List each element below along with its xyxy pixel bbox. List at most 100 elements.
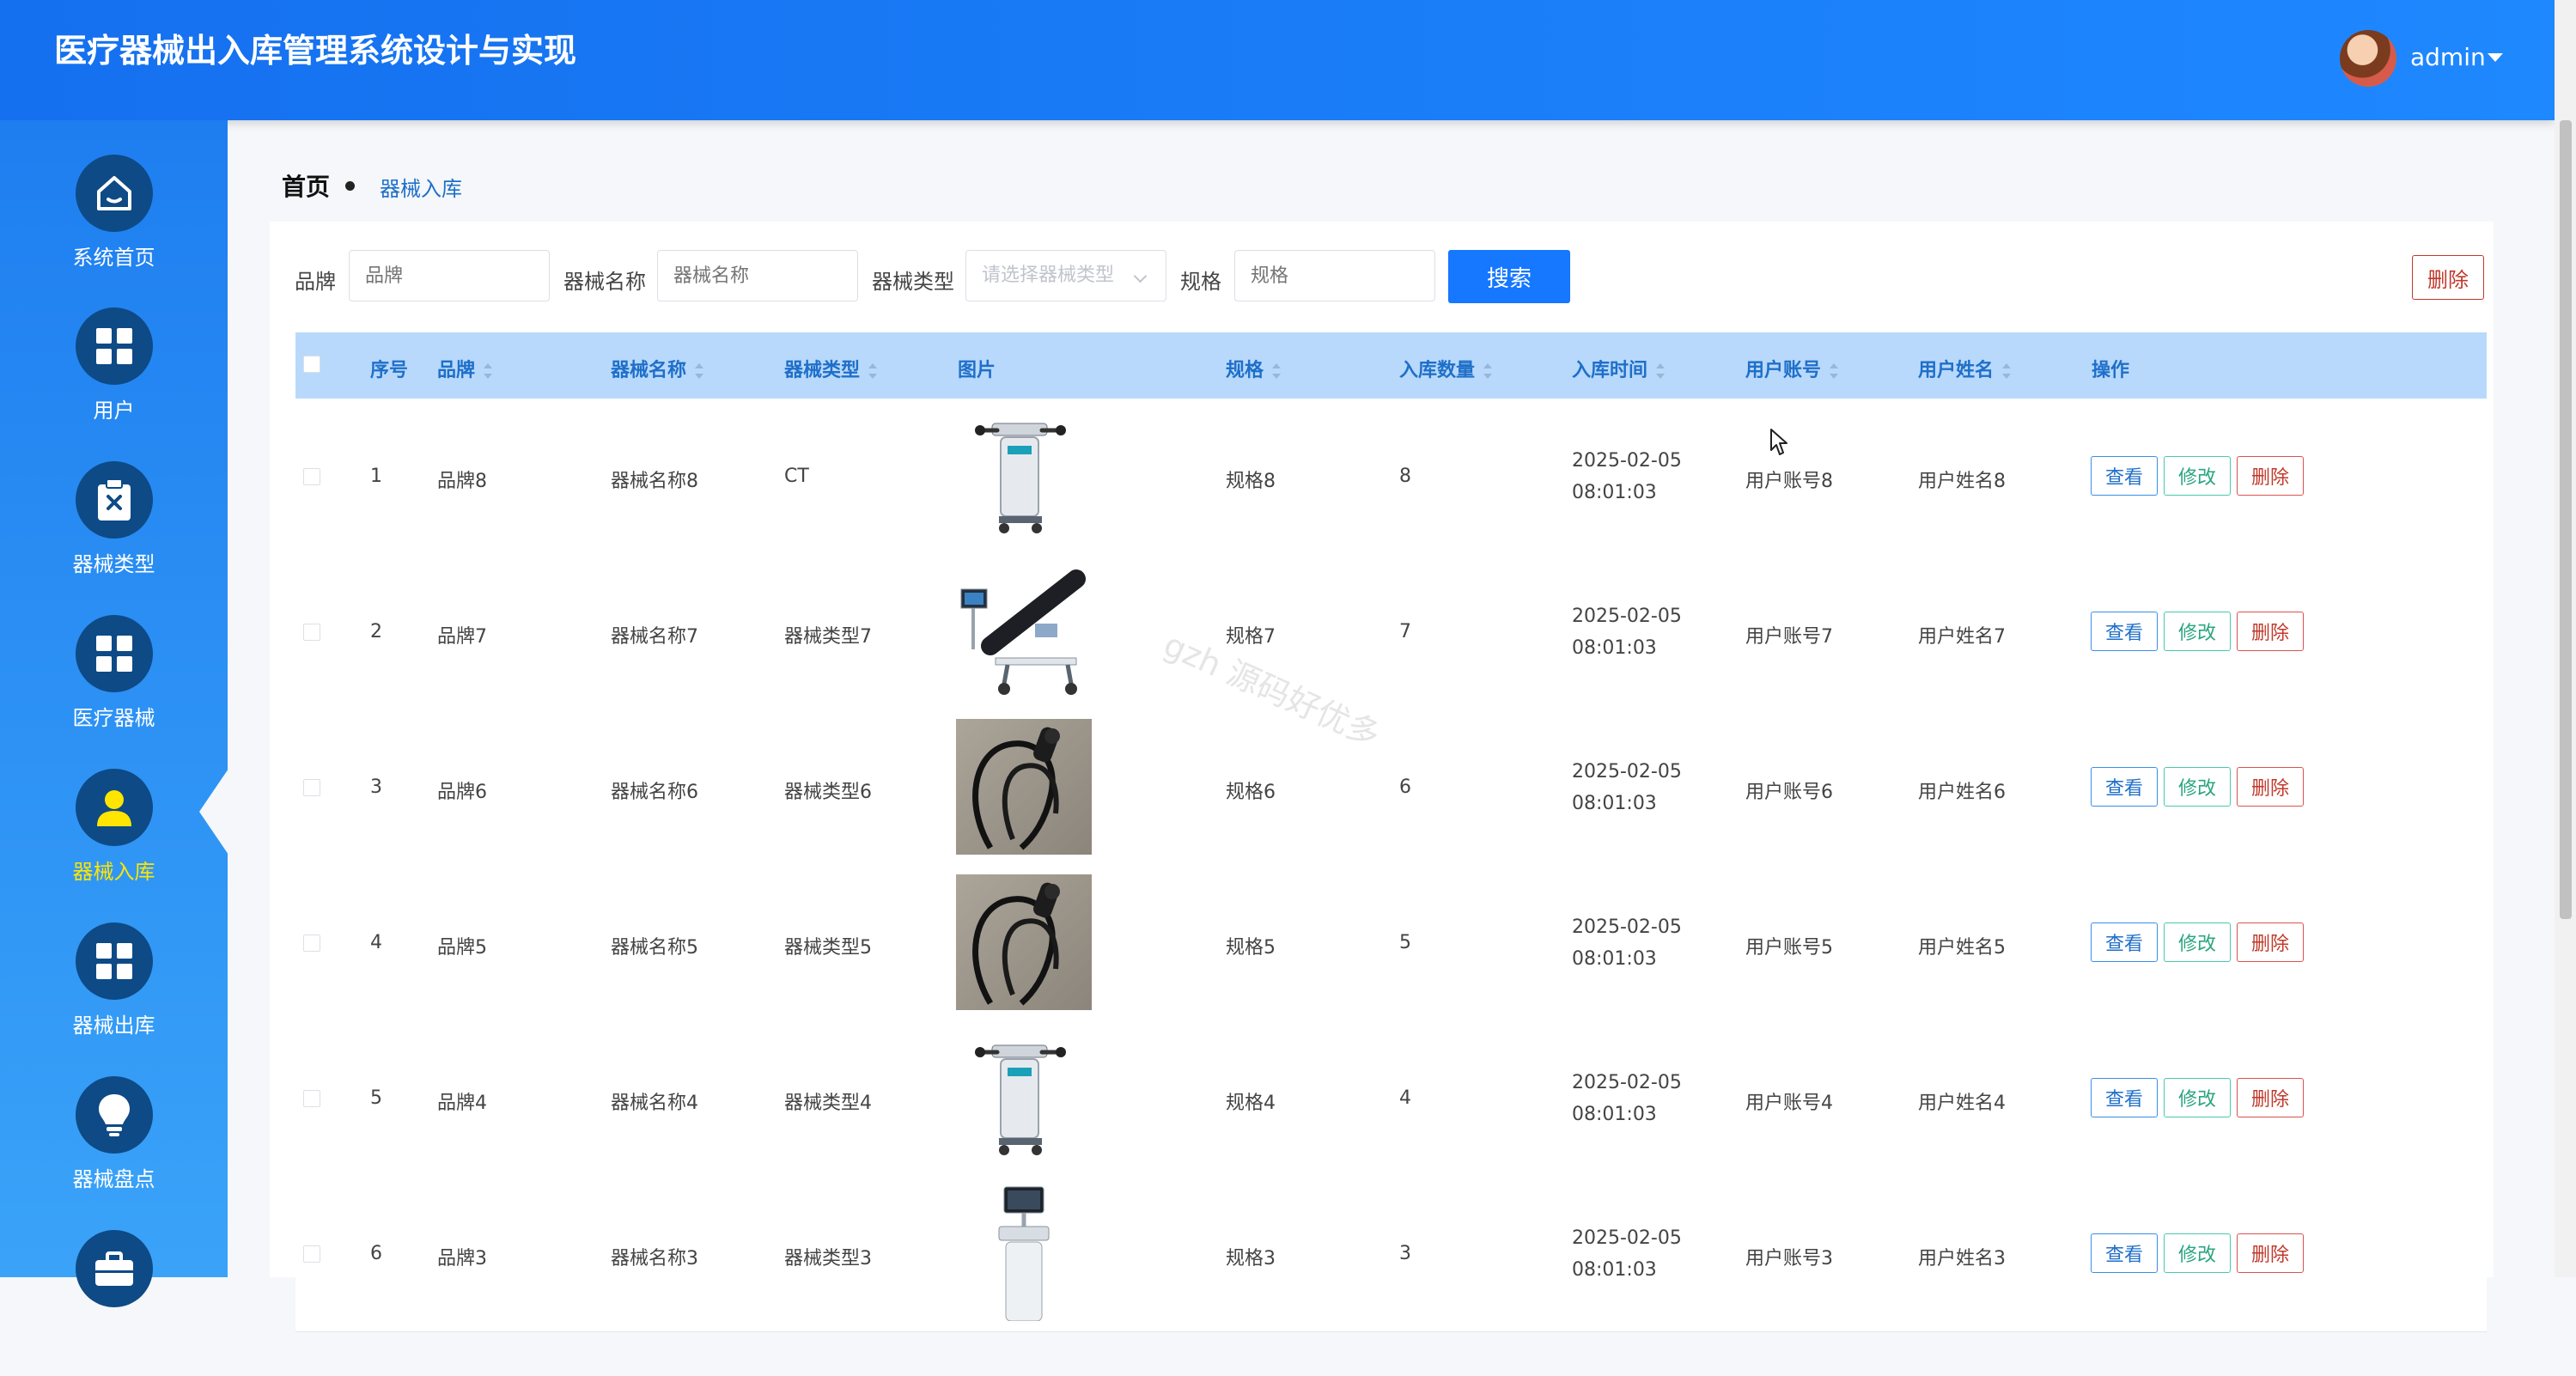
sidebar-item-stock-in[interactable]: 器械入库 [0, 769, 228, 915]
cell-stock-time: 2025-02-05 08:01:03 [1572, 605, 1682, 659]
cell-spec: 规格4 [1226, 1092, 1276, 1114]
view-button[interactable]: 查看 [2091, 1233, 2158, 1273]
edit-button[interactable]: 修改 [2164, 1077, 2231, 1117]
select-all-checkbox[interactable] [303, 356, 320, 373]
cell-stock-time: 2025-02-05 08:01:03 [1572, 760, 1682, 814]
device-image[interactable] [956, 874, 1092, 1010]
cell-quantity: 3 [1399, 1242, 1411, 1264]
breadcrumb-current: 器械入库 [380, 177, 462, 201]
row-checkbox[interactable] [303, 623, 320, 641]
edit-button[interactable]: 修改 [2164, 1233, 2231, 1273]
row-checkbox[interactable] [303, 934, 320, 952]
col-user-name[interactable]: 用户姓名 [1918, 355, 2012, 382]
col-actions: 操作 [2092, 360, 2130, 381]
delete-button[interactable]: 删除 [2237, 1077, 2304, 1117]
sidebar-item-more[interactable] [0, 1230, 228, 1376]
delete-button[interactable]: 删除 [2237, 611, 2304, 651]
sort-icon[interactable] [2002, 363, 2012, 379]
view-button[interactable]: 查看 [2091, 922, 2158, 962]
view-button[interactable]: 查看 [2091, 611, 2158, 651]
batch-delete-button[interactable]: 删除 [2412, 255, 2484, 300]
view-button[interactable]: 查看 [2091, 1077, 2158, 1117]
active-indicator [199, 769, 228, 855]
row-checkbox[interactable] [303, 1089, 320, 1107]
sidebar-item-inventory[interactable]: 器械盘点 [0, 1076, 228, 1222]
cell-device-type: CT [784, 465, 809, 487]
col-quantity[interactable]: 入库数量 [1399, 355, 1493, 382]
cell-no: 5 [370, 1087, 382, 1109]
spec-input[interactable] [1234, 250, 1435, 301]
delete-button[interactable]: 删除 [2237, 1233, 2304, 1273]
col-spec[interactable]: 规格 [1226, 355, 1282, 382]
edit-button[interactable]: 修改 [2164, 611, 2231, 651]
scrollbar-thumb[interactable] [2560, 120, 2572, 919]
sort-icon[interactable] [1483, 363, 1493, 379]
edit-button[interactable]: 修改 [2164, 766, 2231, 807]
sidebar: 系统首页 用户 器械类型 医疗器械 器械入库 器械出库 器械盘点 [0, 120, 228, 1307]
sidebar-item-label: 器械出库 [72, 1014, 155, 1038]
cell-brand: 品牌6 [437, 781, 487, 803]
cell-brand: 品牌4 [437, 1092, 487, 1114]
col-stock-time[interactable]: 入库时间 [1572, 355, 1666, 382]
device-image[interactable] [956, 719, 1092, 855]
avatar[interactable] [2340, 30, 2396, 87]
bulb-icon [76, 1076, 153, 1154]
cell-device-name: 器械名称5 [611, 936, 698, 959]
cell-stock-time: 2025-02-05 08:01:03 [1572, 449, 1682, 503]
row-checkbox[interactable] [303, 1245, 320, 1263]
sort-icon[interactable] [1830, 363, 1839, 379]
sort-icon[interactable] [1272, 363, 1282, 379]
device-image[interactable] [956, 1030, 1092, 1166]
cell-device-type: 器械类型4 [784, 1092, 872, 1114]
device-name-label: 器械名称 [563, 270, 646, 294]
sidebar-item-medical-device[interactable]: 医疗器械 [0, 615, 228, 761]
col-device-type[interactable]: 器械类型 [784, 355, 878, 382]
sidebar-item-stock-out[interactable]: 器械出库 [0, 922, 228, 1069]
user-menu-name[interactable]: admin [2410, 43, 2486, 71]
cell-spec: 规格3 [1226, 1247, 1276, 1269]
cell-spec: 规格7 [1226, 625, 1276, 648]
col-device-name[interactable]: 器械名称 [611, 355, 704, 382]
sort-icon[interactable] [695, 363, 704, 379]
cell-device-type: 器械类型6 [784, 781, 872, 803]
device-image[interactable] [956, 1185, 1092, 1321]
device-image[interactable] [956, 563, 1092, 699]
view-button[interactable]: 查看 [2091, 766, 2158, 807]
sidebar-item-label: 器械入库 [72, 860, 155, 884]
spec-label: 规格 [1180, 270, 1221, 294]
sort-icon[interactable] [484, 363, 493, 379]
search-button[interactable]: 搜索 [1448, 250, 1570, 303]
cell-no: 3 [370, 776, 382, 798]
view-button[interactable]: 查看 [2091, 455, 2158, 496]
cell-brand: 品牌8 [437, 470, 487, 492]
cell-device-type: 器械类型7 [784, 625, 872, 648]
col-account[interactable]: 用户账号 [1745, 355, 1839, 382]
home-icon [76, 155, 153, 232]
sort-icon[interactable] [1656, 363, 1666, 379]
sidebar-item-home[interactable]: 系统首页 [0, 155, 228, 301]
cell-user-name: 用户姓名5 [1918, 936, 2006, 959]
grid-icon [76, 922, 153, 1000]
device-image[interactable] [956, 408, 1092, 544]
breadcrumb-home[interactable]: 首页 [282, 168, 330, 203]
row-checkbox[interactable] [303, 778, 320, 796]
row-checkbox[interactable] [303, 467, 320, 485]
brand-label: 品牌 [295, 270, 336, 294]
caret-down-icon[interactable] [2488, 53, 2503, 62]
brand-input[interactable] [349, 250, 550, 301]
sidebar-item-users[interactable]: 用户 [0, 307, 228, 454]
delete-button[interactable]: 删除 [2237, 922, 2304, 962]
sidebar-item-label: 医疗器械 [72, 706, 155, 730]
edit-button[interactable]: 修改 [2164, 455, 2231, 496]
col-brand[interactable]: 品牌 [437, 355, 493, 382]
sort-icon[interactable] [868, 363, 878, 379]
edit-button[interactable]: 修改 [2164, 922, 2231, 962]
sidebar-item-device-type[interactable]: 器械类型 [0, 461, 228, 607]
device-name-input[interactable] [657, 250, 858, 301]
mouse-cursor-icon [1770, 429, 1787, 455]
cell-device-name: 器械名称7 [611, 625, 698, 648]
cell-quantity: 6 [1399, 776, 1411, 798]
cell-user-name: 用户姓名7 [1918, 625, 2006, 648]
delete-button[interactable]: 删除 [2237, 766, 2304, 807]
delete-button[interactable]: 删除 [2237, 455, 2304, 496]
